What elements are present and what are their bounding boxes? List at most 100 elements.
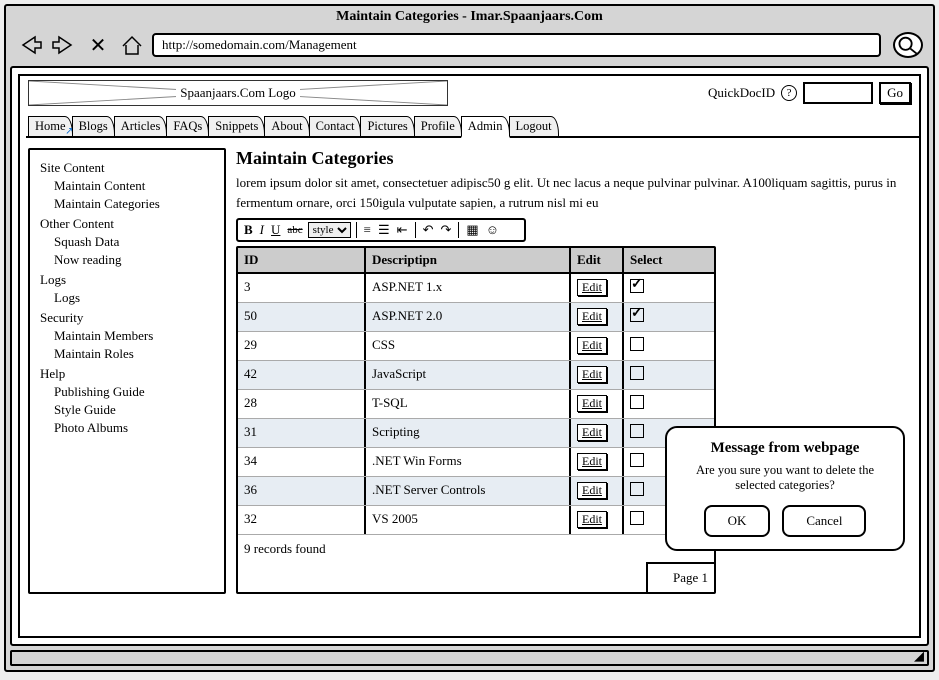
tab-admin[interactable]: Admin xyxy=(461,116,510,138)
status-bar: ◢ xyxy=(10,650,929,666)
image-icon[interactable]: ▦ xyxy=(464,222,480,238)
tab-articles[interactable]: Articles xyxy=(114,116,168,136)
cell-select xyxy=(624,390,692,418)
numbered-list-icon[interactable]: ☰ xyxy=(376,222,392,238)
bullet-list-icon[interactable]: ≡ xyxy=(362,222,373,238)
edit-button[interactable]: Edit xyxy=(577,511,607,528)
sidebar-item-maintain-roles[interactable]: Maintain Roles xyxy=(40,346,214,362)
table-row: 32VS 2005 Edit xyxy=(238,506,714,535)
ok-button[interactable]: OK xyxy=(704,505,771,537)
edit-button[interactable]: Edit xyxy=(577,424,607,441)
resize-handle-icon[interactable]: ◢ xyxy=(914,648,924,664)
cell-select xyxy=(624,303,692,331)
cell-id: 32 xyxy=(238,506,366,534)
cell-description: JavaScript xyxy=(366,361,571,389)
cell-edit: Edit xyxy=(571,332,624,360)
cell-edit: Edit xyxy=(571,477,624,505)
edit-button[interactable]: Edit xyxy=(577,337,607,354)
sidebar-item-squash-data[interactable]: Squash Data xyxy=(40,234,214,250)
redo-icon[interactable]: ↷ xyxy=(438,222,453,238)
url-bar[interactable] xyxy=(152,33,881,57)
underline-icon[interactable]: U xyxy=(269,222,282,238)
cell-description: T-SQL xyxy=(366,390,571,418)
tab-logout[interactable]: Logout xyxy=(509,116,559,136)
cell-description: .NET Win Forms xyxy=(366,448,571,476)
dialog-title: Message from webpage xyxy=(679,440,891,457)
select-checkbox[interactable] xyxy=(630,482,644,496)
undo-icon[interactable]: ↶ xyxy=(421,222,436,238)
cell-edit: Edit xyxy=(571,274,624,302)
tab-faqs[interactable]: FAQs xyxy=(166,116,209,136)
select-checkbox[interactable] xyxy=(630,308,644,322)
bold-icon[interactable]: B xyxy=(242,222,255,238)
quickdoc-label: QuickDocID xyxy=(708,85,775,101)
quickdoc-input[interactable] xyxy=(803,82,873,104)
select-checkbox[interactable] xyxy=(630,337,644,351)
tab-contact[interactable]: Contact xyxy=(309,116,362,136)
cancel-button[interactable]: Cancel xyxy=(782,505,866,537)
outdent-icon[interactable]: ⇤ xyxy=(395,222,410,238)
select-checkbox[interactable] xyxy=(630,424,644,438)
select-checkbox[interactable] xyxy=(630,395,644,409)
home-button[interactable] xyxy=(118,33,146,57)
select-checkbox[interactable] xyxy=(630,453,644,467)
help-icon[interactable]: ? xyxy=(781,85,797,101)
cell-id: 34 xyxy=(238,448,366,476)
cell-edit: Edit xyxy=(571,506,624,534)
table-row: 28T-SQLEdit xyxy=(238,390,714,419)
italic-icon[interactable]: I xyxy=(258,222,266,238)
page-heading: Maintain Categories xyxy=(236,148,911,169)
cell-id: 50 xyxy=(238,303,366,331)
edit-button[interactable]: Edit xyxy=(577,482,607,499)
table-row: 34.NET Win Forms Edit xyxy=(238,448,714,477)
sidebar-item-logs[interactable]: Logs xyxy=(40,290,214,306)
stop-button[interactable]: ✕ xyxy=(84,33,112,57)
edit-button[interactable]: Edit xyxy=(577,395,607,412)
style-select[interactable]: style xyxy=(308,222,351,238)
edit-button[interactable]: Edit xyxy=(577,279,607,296)
cell-description: ASP.NET 2.0 xyxy=(366,303,571,331)
table-row: 29CSSEdit xyxy=(238,332,714,361)
edit-button[interactable]: Edit xyxy=(577,453,607,470)
table-row: 42JavaScriptEdit xyxy=(238,361,714,390)
sidebar-item-publishing-guide[interactable]: Publishing Guide xyxy=(40,384,214,400)
go-button[interactable]: Go xyxy=(879,82,911,104)
sidebar-item-maintain-members[interactable]: Maintain Members xyxy=(40,328,214,344)
sidebar-item-now-reading[interactable]: Now reading xyxy=(40,252,214,268)
cell-edit: Edit xyxy=(571,419,624,447)
table-row: 36.NET Server ControlsEdit xyxy=(238,477,714,506)
search-button[interactable] xyxy=(893,32,923,58)
strikethrough-icon[interactable]: abc xyxy=(285,224,304,236)
sidebar-item-maintain-categories[interactable]: Maintain Categories xyxy=(40,196,214,212)
sidebar-item-photo-albums[interactable]: Photo Albums xyxy=(40,420,214,436)
sidebar-item-style-guide[interactable]: Style Guide xyxy=(40,402,214,418)
tab-snippets[interactable]: Snippets xyxy=(208,116,265,136)
select-checkbox[interactable] xyxy=(630,366,644,380)
tab-home[interactable]: Home xyxy=(28,116,73,136)
edit-button[interactable]: Edit xyxy=(577,366,607,383)
col-header-id[interactable]: ID xyxy=(238,248,366,272)
sidebar-section-site-content: Site Content xyxy=(40,160,214,176)
cell-edit: Edit xyxy=(571,303,624,331)
select-checkbox[interactable] xyxy=(630,511,644,525)
table-row: 31ScriptingEdit xyxy=(238,419,714,448)
tab-profile[interactable]: Profile xyxy=(414,116,462,136)
tab-blogs[interactable]: Blogs xyxy=(72,116,115,136)
select-checkbox[interactable] xyxy=(630,279,644,293)
emoji-icon[interactable]: ☺ xyxy=(484,222,501,238)
sidebar: Site Content Maintain Content Maintain Cat… xyxy=(28,148,226,594)
back-button[interactable] xyxy=(16,33,44,57)
cell-edit: Edit xyxy=(571,361,624,389)
forward-button[interactable] xyxy=(50,33,78,57)
cell-description: CSS xyxy=(366,332,571,360)
tab-pictures[interactable]: Pictures xyxy=(360,116,414,136)
edit-button[interactable]: Edit xyxy=(577,308,607,325)
tab-about[interactable]: About xyxy=(264,116,309,136)
col-header-description[interactable]: Descriptipn xyxy=(366,248,571,272)
cell-description: VS 2005 xyxy=(366,506,571,534)
window-title: Maintain Categories - Imar.Spaanjaars.Co… xyxy=(6,6,933,28)
sidebar-item-maintain-content[interactable]: Maintain Content xyxy=(40,178,214,194)
table-row: 50ASP.NET 2.0 Edit xyxy=(238,303,714,332)
sidebar-section-other-content: Other Content xyxy=(40,216,214,232)
page-description: lorem ipsum dolor sit amet, consectetuer… xyxy=(236,173,911,212)
